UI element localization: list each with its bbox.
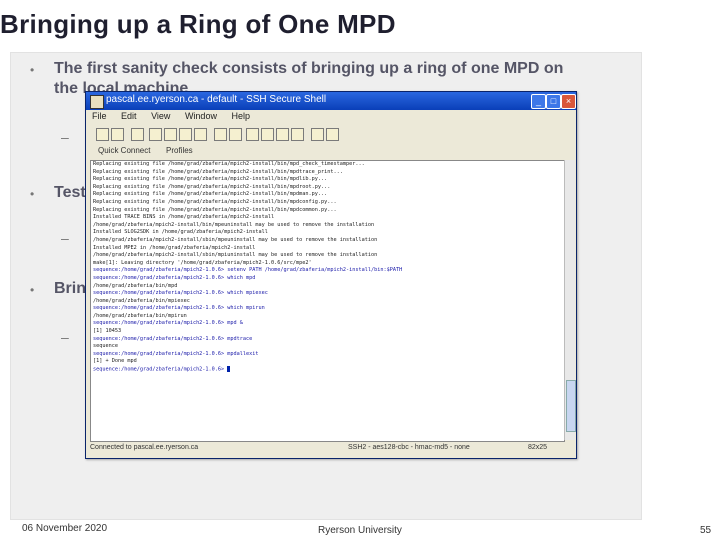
sftp-icon[interactable] — [311, 128, 324, 141]
terminal-line: Installed SLOG2SDK in /home/grad/zbaferi… — [93, 229, 268, 236]
find-icon[interactable] — [131, 128, 144, 141]
terminal-line: /home/grad/zbaferia/mpich2-install/sbin/… — [93, 236, 378, 243]
window-titlebar[interactable]: pascal.ee.ryerson.ca - default - SSH Sec… — [86, 92, 576, 110]
terminal-output[interactable]: Replacing existing file /home/grad/zbafe… — [90, 160, 565, 442]
bullet-2-text: Test — [54, 184, 86, 201]
status-protocol: SSH2 - aes128-cbc - hmac-md5 - none — [348, 444, 470, 451]
help-icon[interactable] — [326, 128, 339, 141]
terminal-line: sequence:/home/grad/zbaferia/mpich2-1.0.… — [93, 350, 259, 357]
terminal-line: Installed TRACE BINS in /home/grad/zbafe… — [93, 214, 275, 221]
bullet-marker: • — [30, 63, 35, 77]
terminal-line: sequence:/home/grad/zbaferia/mpich2-1.0.… — [93, 290, 268, 297]
terminal-line: [1] + Done mpd — [93, 358, 137, 365]
status-bar: Connected to pascal.ee.ryerson.ca SSH2 -… — [88, 444, 574, 455]
menu-edit[interactable]: Edit — [121, 111, 137, 121]
bullet-1-line-1: The first sanity check consists of bring… — [54, 60, 564, 77]
quick-connect-button[interactable]: Quick Connect — [98, 146, 150, 155]
slide-title: Bringing up a Ring of One MPD — [0, 9, 396, 39]
print-icon[interactable] — [111, 128, 124, 141]
terminal-line: Replacing existing file /home/grad/zbafe… — [93, 206, 337, 213]
ssh-window[interactable]: pascal.ee.ryerson.ca - default - SSH Sec… — [85, 91, 577, 459]
terminal-line: /home/grad/zbaferia/bin/mpiexec — [93, 297, 190, 304]
minimize-button[interactable]: _ — [531, 94, 546, 109]
terminal-line: Replacing existing file /home/grad/zbafe… — [93, 191, 328, 198]
sub-bullet-dash: – — [61, 329, 69, 345]
paste-special-icon[interactable] — [194, 128, 207, 141]
save-icon[interactable] — [96, 128, 109, 141]
footer-date: 06 November 2020 — [22, 523, 108, 534]
terminal-line: [1] 10453 — [93, 328, 122, 335]
sub-bullet-dash: – — [61, 129, 69, 145]
terminal-line: Replacing existing file /home/grad/zbafe… — [93, 161, 365, 167]
terminal-line: sequence — [93, 343, 118, 350]
terminal-line: sequence:/home/grad/zbaferia/mpich2-1.0.… — [91, 366, 564, 374]
terminal-line: sequence:/home/grad/zbaferia/mpich2-1.0.… — [93, 274, 256, 281]
terminal-scrollbar[interactable] — [564, 160, 576, 440]
menu-bar: File Edit View Window Help — [86, 111, 576, 125]
footer-organization: Ryerson University — [318, 525, 402, 536]
menu-window[interactable]: Window — [185, 111, 217, 121]
search-icon[interactable] — [214, 128, 227, 141]
status-size: 82x25 — [528, 444, 548, 451]
toolbar — [86, 126, 576, 144]
window-title: pascal.ee.ryerson.ca - default - SSH Sec… — [106, 94, 327, 105]
folder-icon[interactable] — [246, 128, 259, 141]
terminal-icon — [90, 95, 104, 109]
terminal-line: /home/grad/zbaferia/mpich2-install/bin/m… — [93, 221, 375, 228]
copy-icon[interactable] — [164, 128, 177, 141]
settings-icon[interactable] — [291, 128, 304, 141]
terminal-line: Installed MPE2 in /home/grad/zbaferia/mp… — [93, 244, 256, 251]
terminal-line: Replacing existing file /home/grad/zbafe… — [93, 198, 337, 205]
quick-bar: Quick Connect Profiles — [86, 144, 576, 158]
terminal-line: /home/grad/zbaferia/mpich2-install/sbin/… — [93, 252, 378, 259]
menu-file[interactable]: File — [92, 111, 107, 121]
status-connection: Connected to pascal.ee.ryerson.ca — [90, 444, 199, 451]
terminal-line: Replacing existing file /home/grad/zbafe… — [93, 168, 343, 175]
paste-icon[interactable] — [179, 128, 192, 141]
bullet-3-text: Brin — [54, 280, 86, 297]
terminal-line: sequence:/home/grad/zbaferia/mpich2-1.0.… — [93, 320, 243, 327]
terminal-line: sequence:/home/grad/zbaferia/mpich2-1.0.… — [93, 267, 403, 274]
footer-page-number: 55 — [700, 525, 712, 536]
close-button[interactable]: × — [561, 94, 576, 109]
terminal-line: /home/grad/zbaferia/bin/mpd — [93, 282, 178, 289]
maximize-button[interactable]: □ — [546, 94, 561, 109]
menu-help[interactable]: Help — [231, 111, 250, 121]
bullet-marker: • — [30, 283, 35, 297]
terminal-line: sequence:/home/grad/zbaferia/mpich2-1.0.… — [93, 305, 265, 312]
home-icon[interactable] — [229, 128, 242, 141]
terminal-line: make[1]: Leaving directory '/home/grad/z… — [93, 259, 312, 266]
bullet-marker: • — [30, 187, 35, 201]
sub-bullet-dash: – — [61, 230, 69, 246]
profiles-button[interactable]: Profiles — [166, 146, 193, 155]
menu-view[interactable]: View — [151, 111, 170, 121]
terminal-cursor — [227, 366, 231, 373]
terminal-line: Replacing existing file /home/grad/zbafe… — [93, 176, 328, 183]
terminal-line: /home/grad/zbaferia/bin/mpirun — [93, 312, 187, 319]
cut-icon[interactable] — [149, 128, 162, 141]
terminal-line: Replacing existing file /home/grad/zbafe… — [93, 183, 331, 190]
terminal-line: sequence:/home/grad/zbaferia/mpich2-1.0.… — [93, 335, 253, 342]
key-icon[interactable] — [276, 128, 289, 141]
copy-file-icon[interactable] — [261, 128, 274, 141]
scrollbar-thumb[interactable] — [566, 380, 576, 432]
